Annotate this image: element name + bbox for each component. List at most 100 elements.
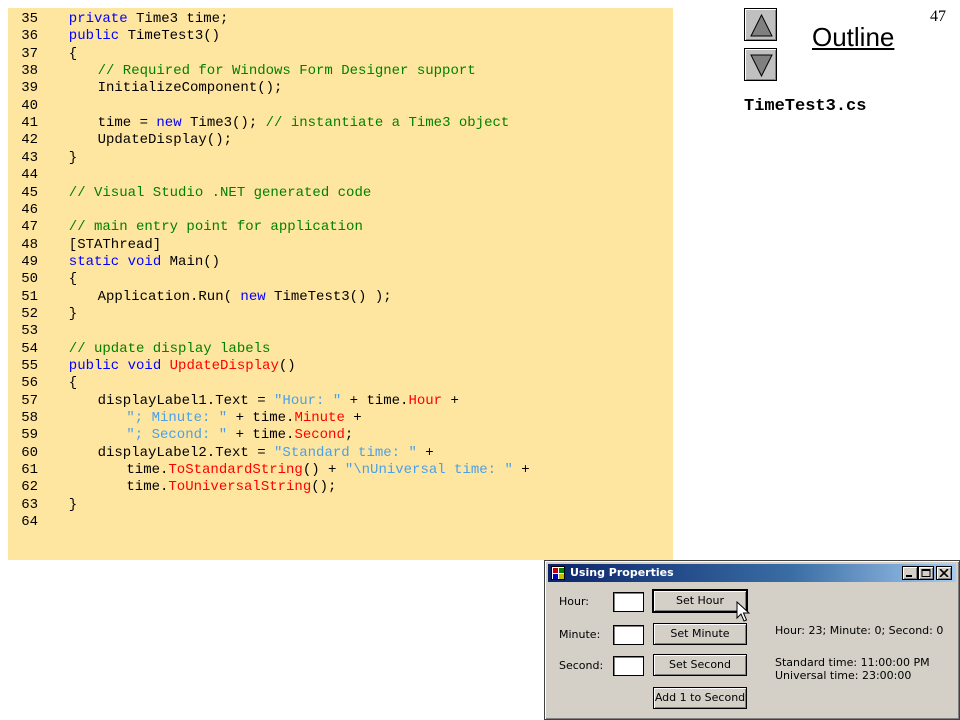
- code-token: displayLabel2.Text =: [97, 444, 275, 461]
- line-number: 44: [21, 167, 38, 184]
- code-token: new: [240, 288, 266, 305]
- set-second-button[interactable]: Set Second: [653, 654, 747, 676]
- using-properties-window: Using Properties Hour: Minute: Second: S…: [544, 560, 960, 720]
- file-name: TimeTest3.cs: [744, 97, 867, 116]
- line-number: 37: [21, 45, 38, 62]
- code-token: void: [127, 253, 162, 270]
- code-token: time =: [97, 115, 157, 132]
- code-token: + time.: [341, 392, 409, 409]
- line-number: 45: [21, 184, 38, 201]
- code-text: displayLabel1.Text = "Hour: " + time.Hou…: [98, 393, 459, 410]
- code-token: time.: [126, 462, 169, 479]
- minute-label: Minute:: [559, 628, 601, 641]
- outline-link[interactable]: Outline: [812, 22, 894, 53]
- code-text: private Time3 time;: [69, 11, 229, 28]
- code-token: Minute: [294, 410, 345, 427]
- slide-number: 47: [930, 8, 946, 25]
- triangle-up-icon: [750, 13, 773, 37]
- line-number: 43: [21, 149, 38, 166]
- line-number: 47: [21, 219, 38, 236]
- line-number: 51: [21, 288, 38, 305]
- code-token: public: [68, 28, 120, 45]
- code-text: time.ToStandardString() + "\nUniversal t…: [126, 462, 529, 479]
- second-label: Second:: [559, 659, 604, 672]
- code-text: time.ToUniversalString();: [126, 479, 336, 496]
- window-titlebar[interactable]: Using Properties: [548, 564, 956, 582]
- next-slide-button[interactable]: [744, 48, 777, 81]
- second-input[interactable]: [613, 656, 644, 676]
- code-token: // main entry point for application: [68, 219, 363, 236]
- line-number: 62: [21, 479, 38, 496]
- code-token: // update display labels: [68, 340, 271, 357]
- code-token: Hour: [408, 392, 443, 409]
- hour-label: Hour:: [559, 595, 590, 608]
- code-text: Application.Run( new TimeTest3() );: [98, 289, 392, 306]
- line-number: 53: [21, 323, 38, 340]
- code-token: ToStandardString: [168, 462, 303, 479]
- code-token: // Visual Studio .NET generated code: [68, 184, 372, 201]
- code-text: UpdateDisplay();: [98, 132, 232, 149]
- code-token: TimeTest3() );: [265, 288, 392, 305]
- code-text: [STAThread]: [69, 237, 161, 254]
- previous-slide-button[interactable]: [744, 8, 777, 41]
- code-token: ();: [311, 479, 337, 496]
- code-token: Main(): [161, 253, 221, 270]
- code-token: void: [127, 358, 162, 374]
- line-number: 54: [21, 340, 38, 357]
- code-token: }: [68, 305, 78, 322]
- code-token: UpdateDisplay: [169, 358, 279, 374]
- code-text: public void UpdateDisplay(): [69, 358, 296, 375]
- set-hour-button[interactable]: Set Hour: [652, 589, 748, 613]
- code-token: Application.Run(: [97, 288, 241, 305]
- code-token: ToUniversalString: [168, 479, 312, 496]
- line-number: 38: [21, 63, 38, 80]
- code-token: }: [68, 149, 78, 166]
- display-label-2-standard: Standard time: 11:00:00 PM: [775, 656, 930, 669]
- code-text: time = new Time3(); // instantiate a Tim…: [98, 115, 510, 132]
- line-number: 46: [21, 201, 38, 218]
- code-token: // instantiate a Time3 object: [265, 115, 510, 132]
- code-token: {: [68, 375, 78, 392]
- close-icon: [939, 569, 949, 577]
- line-number: 40: [21, 97, 38, 114]
- triangle-down-icon: [750, 54, 773, 78]
- line-number: 57: [21, 392, 38, 409]
- code-token: "; Second: ": [126, 427, 228, 444]
- code-text: }: [69, 497, 77, 514]
- code-text: "; Second: " + time.Second;: [126, 427, 353, 444]
- line-number: 60: [21, 444, 38, 461]
- line-number: 59: [21, 427, 38, 444]
- code-token: "\nUniversal time: ": [344, 462, 513, 479]
- line-number: 42: [21, 132, 38, 149]
- code-token: {: [68, 45, 78, 62]
- maximize-icon: [921, 569, 931, 577]
- add-one-second-button[interactable]: Add 1 to Second: [653, 687, 747, 709]
- minute-input[interactable]: [613, 625, 644, 645]
- window-title: Using Properties: [570, 566, 674, 579]
- code-token: Second: [294, 427, 345, 444]
- line-number: 56: [21, 375, 38, 392]
- hour-input[interactable]: [613, 592, 644, 612]
- line-number: 36: [21, 28, 38, 45]
- code-token: time.: [126, 479, 169, 496]
- maximize-button[interactable]: [918, 566, 934, 580]
- code-token: {: [68, 271, 78, 288]
- code-text: // main entry point for application: [69, 219, 363, 236]
- set-minute-button[interactable]: Set Minute: [653, 623, 747, 645]
- code-token: TimeTest3(): [119, 28, 221, 45]
- code-text: static void Main(): [69, 254, 220, 271]
- code-token: Time3 time;: [127, 11, 229, 27]
- code-token: +: [344, 410, 362, 427]
- code-token: UpdateDisplay();: [97, 132, 233, 149]
- close-button[interactable]: [936, 566, 952, 580]
- minimize-button[interactable]: [902, 566, 918, 580]
- code-text: InitializeComponent();: [98, 80, 283, 97]
- code-token: new: [156, 115, 182, 132]
- minimize-icon: [906, 575, 912, 577]
- code-text: "; Minute: " + time.Minute +: [126, 410, 361, 427]
- code-token: private: [68, 11, 128, 27]
- code-text: {: [69, 375, 77, 392]
- code-token: Time3();: [181, 115, 266, 132]
- code-text: }: [69, 150, 77, 167]
- code-token: public: [68, 358, 120, 374]
